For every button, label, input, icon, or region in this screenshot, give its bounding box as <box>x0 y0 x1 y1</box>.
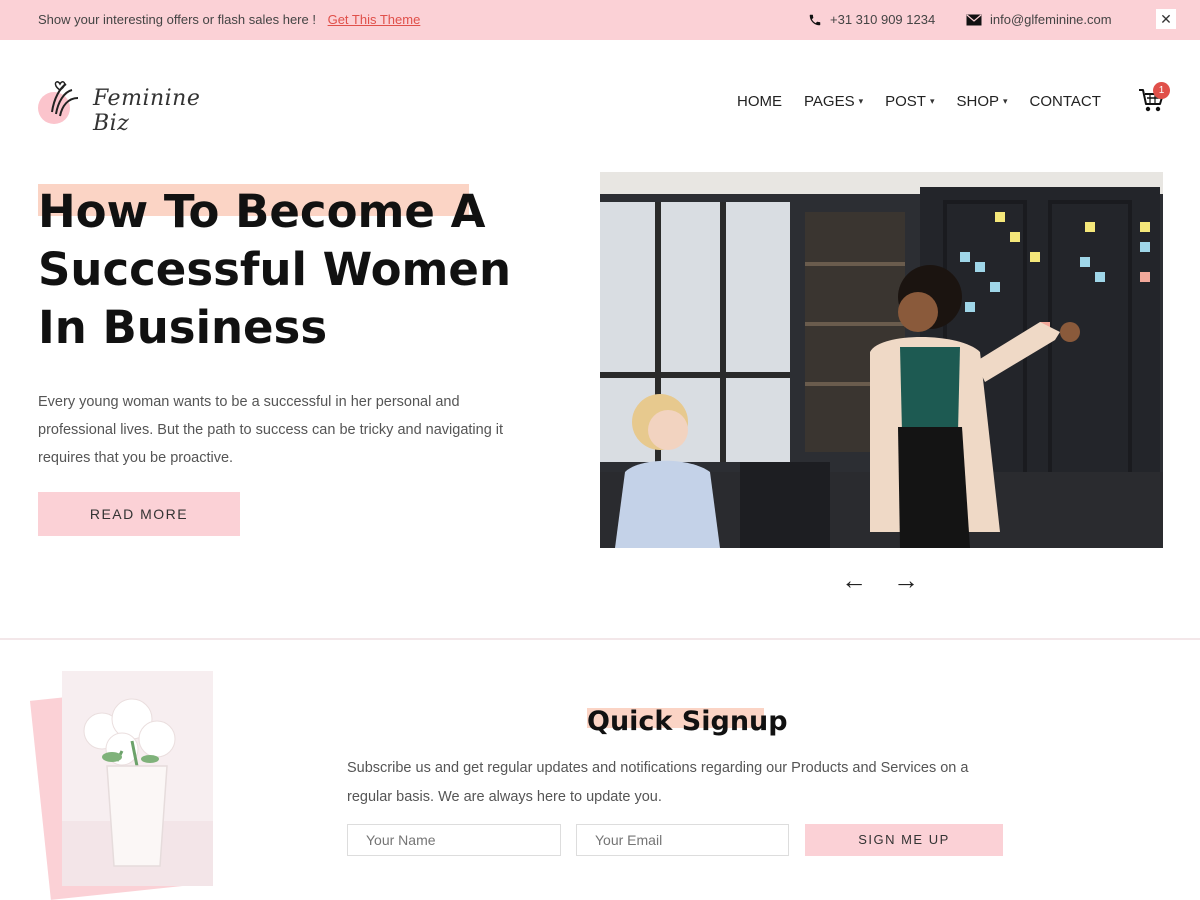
hero-title-block: How To Become A Successful Women In Busi… <box>38 183 538 357</box>
nav-label: SHOP <box>956 93 999 110</box>
nav-label: HOME <box>737 93 782 110</box>
chevron-down-icon: ▾ <box>1003 96 1008 106</box>
cart-count-badge: 1 <box>1153 82 1170 99</box>
email-contact[interactable]: info@glfeminine.com <box>966 12 1112 27</box>
chevron-down-icon: ▾ <box>858 96 864 106</box>
hero-slide-image <box>600 172 1163 548</box>
top-announcement-bar: Show your interesting offers or flash sa… <box>0 0 1200 40</box>
signup-title: Quick Signup <box>587 706 788 737</box>
nav-item-shop[interactable]: SHOP ▾ <box>956 93 1007 110</box>
nav-label: POST <box>885 93 926 110</box>
offer-text: Show your interesting offers or flash sa… <box>38 12 316 27</box>
read-more-button[interactable]: READ MORE <box>38 492 240 536</box>
nav-label: CONTACT <box>1029 93 1101 110</box>
offer-message: Show your interesting offers or flash sa… <box>38 12 420 27</box>
phone-contact[interactable]: +31 310 909 1234 <box>808 12 935 27</box>
hero-description: Every young woman wants to be a successf… <box>38 394 504 466</box>
email-address: info@glfeminine.com <box>990 12 1112 27</box>
sign-me-up-button[interactable]: SIGN ME UP <box>805 824 1003 856</box>
logo-text: Feminine Biz <box>93 86 201 136</box>
site-logo[interactable]: Feminine Biz <box>38 78 238 136</box>
cart-button[interactable]: 1 <box>1137 82 1170 118</box>
section-divider <box>0 638 1200 640</box>
email-field[interactable] <box>576 824 789 856</box>
phone-number: +31 310 909 1234 <box>830 12 936 27</box>
phone-icon <box>809 14 821 25</box>
signup-description: Subscribe us and get regular updates and… <box>347 760 969 805</box>
slider-arrows: ← → <box>840 566 920 594</box>
logo-mark-icon <box>38 81 79 124</box>
close-icon[interactable]: ✕ <box>1156 9 1176 29</box>
name-field[interactable] <box>347 824 561 856</box>
mail-icon <box>966 14 982 25</box>
chevron-down-icon: ▾ <box>929 96 935 106</box>
arrow-right-icon[interactable]: → <box>892 566 920 594</box>
hero-title: How To Become A Successful Women In Busi… <box>38 185 511 354</box>
flower-vase-image <box>62 671 213 886</box>
arrow-left-icon[interactable]: ← <box>840 566 868 594</box>
nav-item-contact[interactable]: CONTACT <box>1030 93 1101 110</box>
nav-item-post[interactable]: POST ▾ <box>885 93 934 110</box>
nav-label: PAGES <box>804 93 855 110</box>
nav-item-home[interactable]: HOME <box>737 93 782 110</box>
nav-item-pages[interactable]: PAGES ▾ <box>804 93 863 110</box>
get-theme-link[interactable]: Get This Theme <box>328 12 421 27</box>
signup-title-block: Quick Signup <box>587 706 788 737</box>
main-navigation: HOME PAGES ▾ POST ▾ SHOP ▾ CONTACT <box>737 93 1123 110</box>
